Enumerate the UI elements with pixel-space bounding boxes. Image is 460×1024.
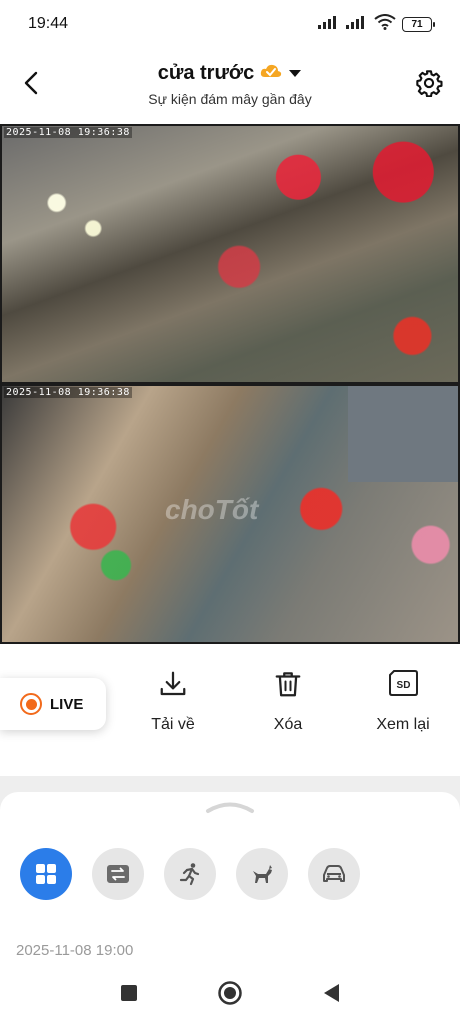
wifi-icon <box>374 13 396 35</box>
back-nav-button[interactable] <box>321 982 341 1009</box>
signal-icon <box>346 15 368 34</box>
download-icon <box>128 664 218 704</box>
filter-pet[interactable] <box>236 848 288 900</box>
status-time: 19:44 <box>28 15 69 32</box>
page-subtitle: Sự kiện đám mây gần đây <box>148 91 312 107</box>
running-person-icon <box>179 863 200 886</box>
live-label: LIVE <box>50 695 84 713</box>
filter-vehicle[interactable] <box>308 848 360 900</box>
video-timestamp: 2025-11-08 19:36:38 <box>4 387 132 398</box>
page-title: cửa trước <box>157 62 255 84</box>
delete-label: Xóa <box>273 716 303 733</box>
camera-view-top: 2025-11-08 19:36:38 <box>2 126 458 382</box>
sd-card-icon: SD <box>358 664 448 704</box>
replay-button[interactable]: SD Xem lại <box>358 664 448 734</box>
square-icon <box>121 984 137 1001</box>
filter-switch[interactable] <box>92 848 144 900</box>
recents-button[interactable] <box>119 983 139 1008</box>
home-circle-icon <box>218 980 242 1005</box>
battery-indicator: 71 <box>402 16 435 32</box>
cloud-badge-icon <box>260 62 282 85</box>
filter-motion[interactable] <box>164 848 216 900</box>
watermark: choTốt <box>165 494 259 525</box>
live-button[interactable]: LIVE <box>0 678 106 730</box>
filter-all[interactable] <box>20 848 72 900</box>
system-nav-bar <box>0 966 460 1024</box>
replay-label: Xem lại <box>376 716 430 733</box>
video-timestamp: 2025-11-08 19:36:38 <box>4 127 132 138</box>
grid-icon <box>36 864 56 884</box>
counter-surface <box>348 386 458 482</box>
car-icon <box>323 865 345 882</box>
camera-selector[interactable]: cửa trước <box>158 62 303 85</box>
playback-controls: LIVE Tải về Xóa SD Xem lại <box>0 644 460 774</box>
signal-icon <box>318 15 340 34</box>
sd-badge-text: SD <box>397 680 411 691</box>
header: cửa trước Sự kiện đám mây gần đây <box>0 52 460 118</box>
pet-icon <box>253 865 272 883</box>
download-button[interactable]: Tải về <box>128 664 218 734</box>
settings-button[interactable] <box>412 66 446 100</box>
video-player[interactable]: 2025-11-08 19:36:38 2025-11-08 19:36:38 … <box>0 124 460 644</box>
switch-icon <box>107 865 129 883</box>
caret-down-icon <box>288 65 302 83</box>
live-record-icon <box>20 693 42 715</box>
home-button[interactable] <box>217 980 243 1011</box>
sheet-handle-icon[interactable] <box>205 800 255 819</box>
delete-button[interactable]: Xóa <box>243 664 333 734</box>
trash-icon <box>243 664 333 704</box>
status-bar: 19:44 71 <box>0 0 460 48</box>
event-date-header: 2025-11-08 19:00 <box>16 942 134 959</box>
event-filters <box>20 848 360 900</box>
gear-icon <box>416 70 443 97</box>
triangle-back-icon <box>324 983 339 1002</box>
download-label: Tải về <box>151 716 195 733</box>
